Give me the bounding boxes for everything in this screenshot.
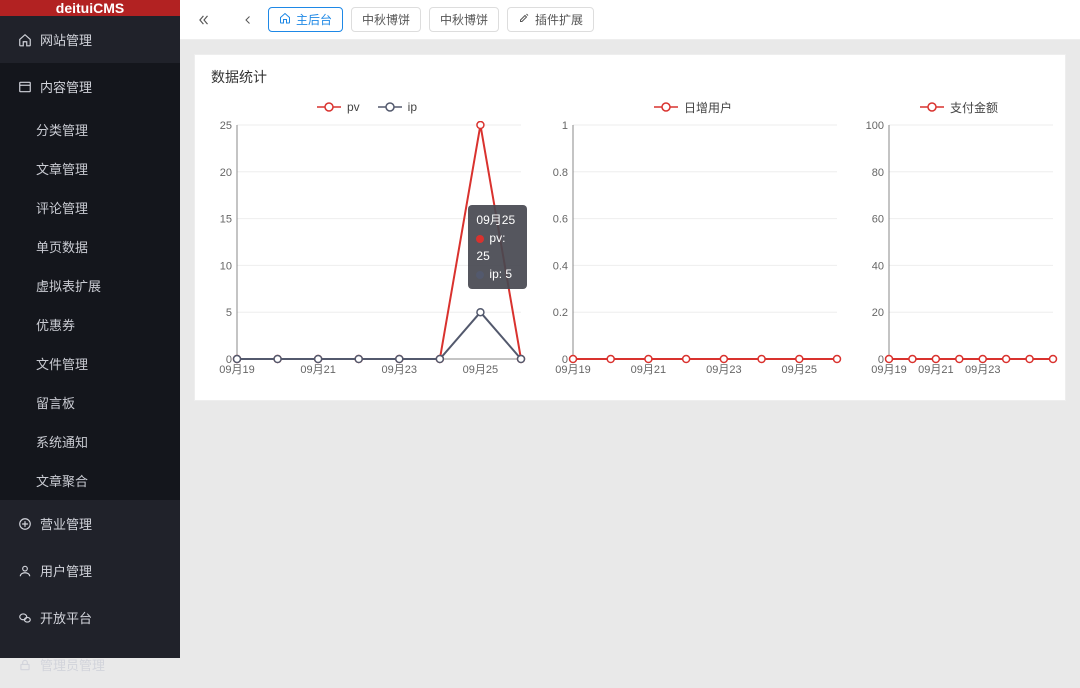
wechat-icon [18,611,32,625]
chart-legend: pv ip [207,99,527,115]
svg-text:09月23: 09月23 [965,364,1000,376]
tab-item[interactable]: 中秋博饼 [429,7,499,32]
chart-svg: 051015202509月1909月2109月2309月25 [207,121,527,381]
sidebar-sub-item[interactable]: 文章聚合 [0,461,180,500]
sidebar-item-content[interactable]: 内容管理 [0,63,180,110]
svg-text:09月23: 09月23 [706,364,741,376]
sidebar-sub-item[interactable]: 留言板 [0,383,180,422]
tab-label: 主后台 [296,11,332,28]
legend-item[interactable]: ip [378,99,417,115]
svg-text:09月25: 09月25 [782,364,817,376]
charts-row: pvip051015202509月1909月2109月2309月2509月25p… [195,99,1065,400]
legend-item[interactable]: 支付金额 [920,99,998,115]
svg-text:0.8: 0.8 [553,167,568,179]
sidebar: deituiCMS 网站管理 内容管理 分类管理 文章管理 评论管理 单页数据 … [0,0,180,658]
svg-text:09月19: 09月19 [219,364,254,376]
content-icon [18,80,32,94]
brand-logo: deituiCMS [0,0,180,16]
sidebar-sub-item[interactable]: 虚拟表扩展 [0,266,180,305]
svg-text:0.2: 0.2 [553,307,568,319]
svg-text:0.4: 0.4 [553,260,568,272]
svg-text:20: 20 [872,307,884,319]
chart-legend: 日增用户 [543,99,843,115]
sidebar-sub-item[interactable]: 文件管理 [0,344,180,383]
legend-item[interactable]: pv [317,99,360,115]
sidebar-sub-item[interactable]: 系统通知 [0,422,180,461]
sidebar-item-admin[interactable]: 管理员管理 [0,641,180,688]
svg-text:20: 20 [220,167,232,179]
tab-label: 插件扩展 [535,11,583,28]
stats-panel: 数据统计 pvip051015202509月1909月2109月2309月250… [194,54,1066,401]
sidebar-item-site[interactable]: 网站管理 [0,16,180,63]
sidebar-item-business[interactable]: 营业管理 [0,500,180,547]
sidebar-sublist-content: 分类管理 文章管理 评论管理 单页数据 虚拟表扩展 优惠券 文件管理 留言板 系… [0,110,180,500]
legend-item[interactable]: 日增用户 [654,99,732,115]
sidebar-sub-item[interactable]: 文章管理 [0,149,180,188]
chart: 日增用户00.20.40.60.8109月1909月2109月2309月25 [543,99,843,384]
sidebar-sub-item[interactable]: 评论管理 [0,188,180,227]
sidebar-item-openplatform[interactable]: 开放平台 [0,594,180,641]
svg-text:1: 1 [562,121,568,132]
chart-svg: 02040608010009月1909月2109月23 [859,121,1059,381]
svg-text:09月21: 09月21 [300,364,335,376]
user-icon [18,564,32,578]
sidebar-item-users[interactable]: 用户管理 [0,547,180,594]
panel-title: 数据统计 [195,55,1065,99]
svg-text:60: 60 [872,214,884,226]
sidebar-sub-item[interactable]: 单页数据 [0,227,180,266]
collapse-sidebar-icon[interactable] [192,8,216,32]
chart-svg: 00.20.40.60.8109月1909月2109月2309月25 [543,121,843,381]
sidebar-item-label: 网站管理 [40,30,92,49]
svg-text:09月21: 09月21 [631,364,666,376]
tab-home[interactable]: 主后台 [268,7,343,32]
sidebar-item-label: 用户管理 [40,561,92,580]
sidebar-sub-item[interactable]: 分类管理 [0,110,180,149]
main-area: 主后台 中秋博饼 中秋博饼 插件扩展 数据统计 pvip051015202509… [180,0,1080,658]
content-area: 数据统计 pvip051015202509月1909月2109月2309月250… [180,40,1080,658]
lock-icon [18,658,32,672]
svg-text:5: 5 [226,307,232,319]
tab-item[interactable]: 中秋博饼 [351,7,421,32]
svg-text:09月23: 09月23 [382,364,417,376]
business-icon [18,517,32,531]
sidebar-item-label: 营业管理 [40,514,92,533]
sidebar-sub-item[interactable]: 优惠券 [0,305,180,344]
svg-text:25: 25 [220,121,232,132]
svg-text:09月19: 09月19 [555,364,590,376]
svg-text:10: 10 [220,260,232,272]
svg-text:0.6: 0.6 [553,214,568,226]
svg-text:09月25: 09月25 [463,364,498,376]
svg-text:40: 40 [872,260,884,272]
chart: 支付金额02040608010009月1909月2109月23 [859,99,1059,384]
svg-text:09月21: 09月21 [918,364,953,376]
sidebar-item-label: 开放平台 [40,608,92,627]
tab-plugins[interactable]: 插件扩展 [507,7,594,32]
svg-text:80: 80 [872,167,884,179]
chart-legend: 支付金额 [859,99,1059,115]
home-icon [18,33,32,47]
tools-icon [518,12,530,27]
svg-text:15: 15 [220,214,232,226]
home-icon [279,12,291,27]
svg-text:09月19: 09月19 [871,364,906,376]
chart: pvip051015202509月1909月2109月2309月2509月25p… [207,99,527,384]
sidebar-item-label: 内容管理 [40,77,92,96]
tab-prev-icon[interactable] [236,8,260,32]
svg-text:100: 100 [866,121,884,132]
topbar: 主后台 中秋博饼 中秋博饼 插件扩展 [180,0,1080,40]
